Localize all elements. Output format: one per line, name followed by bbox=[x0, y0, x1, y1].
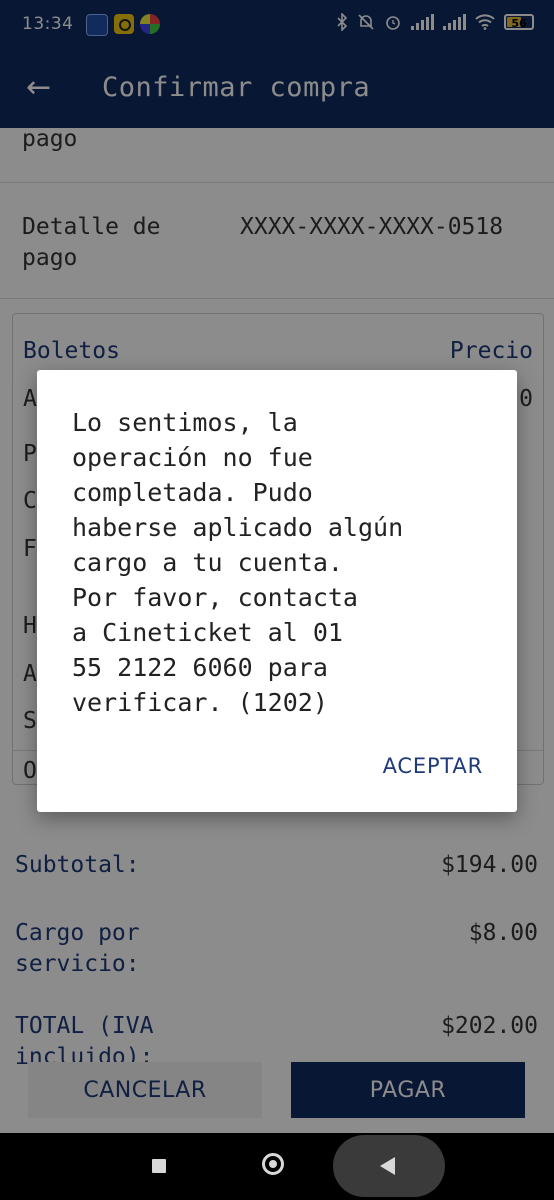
back-button[interactable] bbox=[333, 1135, 445, 1197]
navigation-bar bbox=[0, 1133, 554, 1200]
recent-apps-icon[interactable] bbox=[152, 1159, 166, 1173]
home-icon[interactable] bbox=[262, 1153, 284, 1175]
error-message: Lo sentimos, la operación no fue complet… bbox=[72, 408, 404, 717]
accept-button[interactable]: ACEPTAR bbox=[383, 754, 483, 778]
error-dialog: Lo sentimos, la operación no fue complet… bbox=[37, 370, 517, 812]
back-triangle-icon bbox=[380, 1157, 395, 1175]
